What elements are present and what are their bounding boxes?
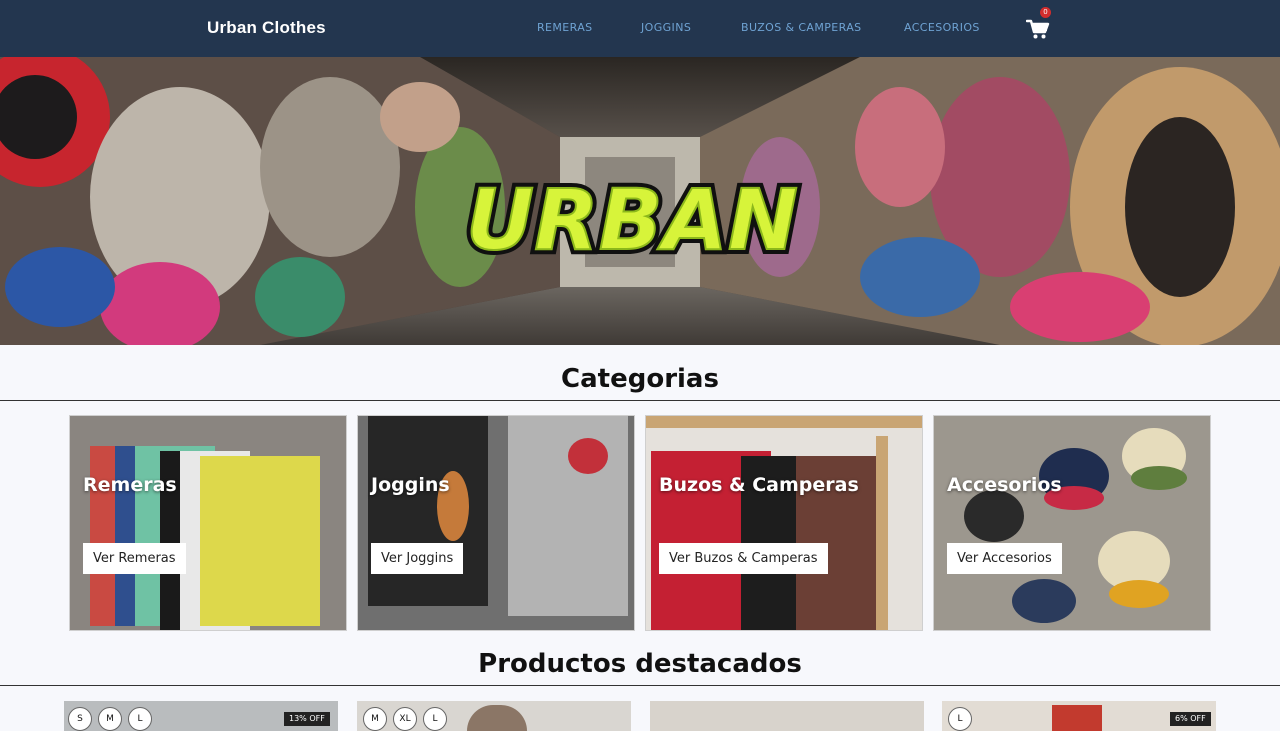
categories-divider (0, 400, 1280, 401)
featured-title: Productos destacados (478, 649, 802, 679)
category-card-remeras[interactable]: Remeras Ver Remeras (69, 415, 347, 631)
ver-buzos-camperas-button[interactable]: Ver Buzos & Camperas (659, 543, 828, 574)
category-card-joggins[interactable]: Joggins Ver Joggins (357, 415, 635, 631)
product-card[interactable] (650, 701, 924, 731)
size-chip[interactable]: L (423, 707, 447, 731)
category-title: Remeras (83, 474, 177, 496)
hero-banner: URBAN URBAN (0, 57, 1280, 345)
product-card[interactable]: S M L 13% OFF (64, 701, 338, 731)
product-card[interactable]: L 6% OFF (942, 701, 1216, 731)
buzos-photo (646, 416, 922, 630)
product-photo (650, 701, 924, 731)
hero-graffiti-image: URBAN URBAN (0, 57, 1280, 345)
ver-accesorios-button[interactable]: Ver Accesorios (947, 543, 1062, 574)
size-chip[interactable]: L (948, 707, 972, 731)
size-chip[interactable]: S (68, 707, 92, 731)
joggins-photo (358, 416, 634, 630)
ver-joggins-button[interactable]: Ver Joggins (371, 543, 464, 574)
size-chip[interactable]: XL (393, 707, 417, 731)
product-photo (467, 705, 527, 731)
ver-remeras-button[interactable]: Ver Remeras (83, 543, 186, 574)
cart-icon[interactable] (1026, 18, 1050, 40)
navbar: Urban Clothes REMERAS JOGGINS BUZOS & CA… (0, 0, 1280, 57)
nav-link-remeras[interactable]: REMERAS (537, 21, 593, 34)
product-photo (1052, 705, 1102, 731)
accesorios-photo (934, 416, 1210, 630)
nav-link-accesorios[interactable]: ACCESORIOS (904, 21, 980, 34)
nav-link-buzos-camperas[interactable]: BUZOS & CAMPERAS (741, 21, 862, 34)
remeras-photo (70, 416, 346, 630)
category-title: Buzos & Camperas (659, 474, 859, 496)
discount-badge: 6% OFF (1170, 712, 1211, 726)
featured-divider (0, 685, 1280, 686)
category-title: Accesorios (947, 474, 1062, 496)
category-card-buzos-camperas[interactable]: Buzos & Camperas Ver Buzos & Camperas (645, 415, 923, 631)
nav-links: REMERAS JOGGINS BUZOS & CAMPERAS ACCESOR… (0, 21, 1280, 37)
size-chip[interactable]: M (363, 707, 387, 731)
hero-logo: URBAN (466, 171, 798, 269)
discount-badge: 13% OFF (284, 712, 330, 726)
size-chip[interactable]: M (98, 707, 122, 731)
category-title: Joggins (371, 474, 450, 496)
size-chip[interactable]: L (128, 707, 152, 731)
categories-title: Categorias (561, 364, 719, 394)
category-card-accesorios[interactable]: Accesorios Ver Accesorios (933, 415, 1211, 631)
cart-count-badge: 0 (1040, 7, 1051, 18)
product-card[interactable]: M XL L (357, 701, 631, 731)
nav-link-joggins[interactable]: JOGGINS (641, 21, 691, 34)
